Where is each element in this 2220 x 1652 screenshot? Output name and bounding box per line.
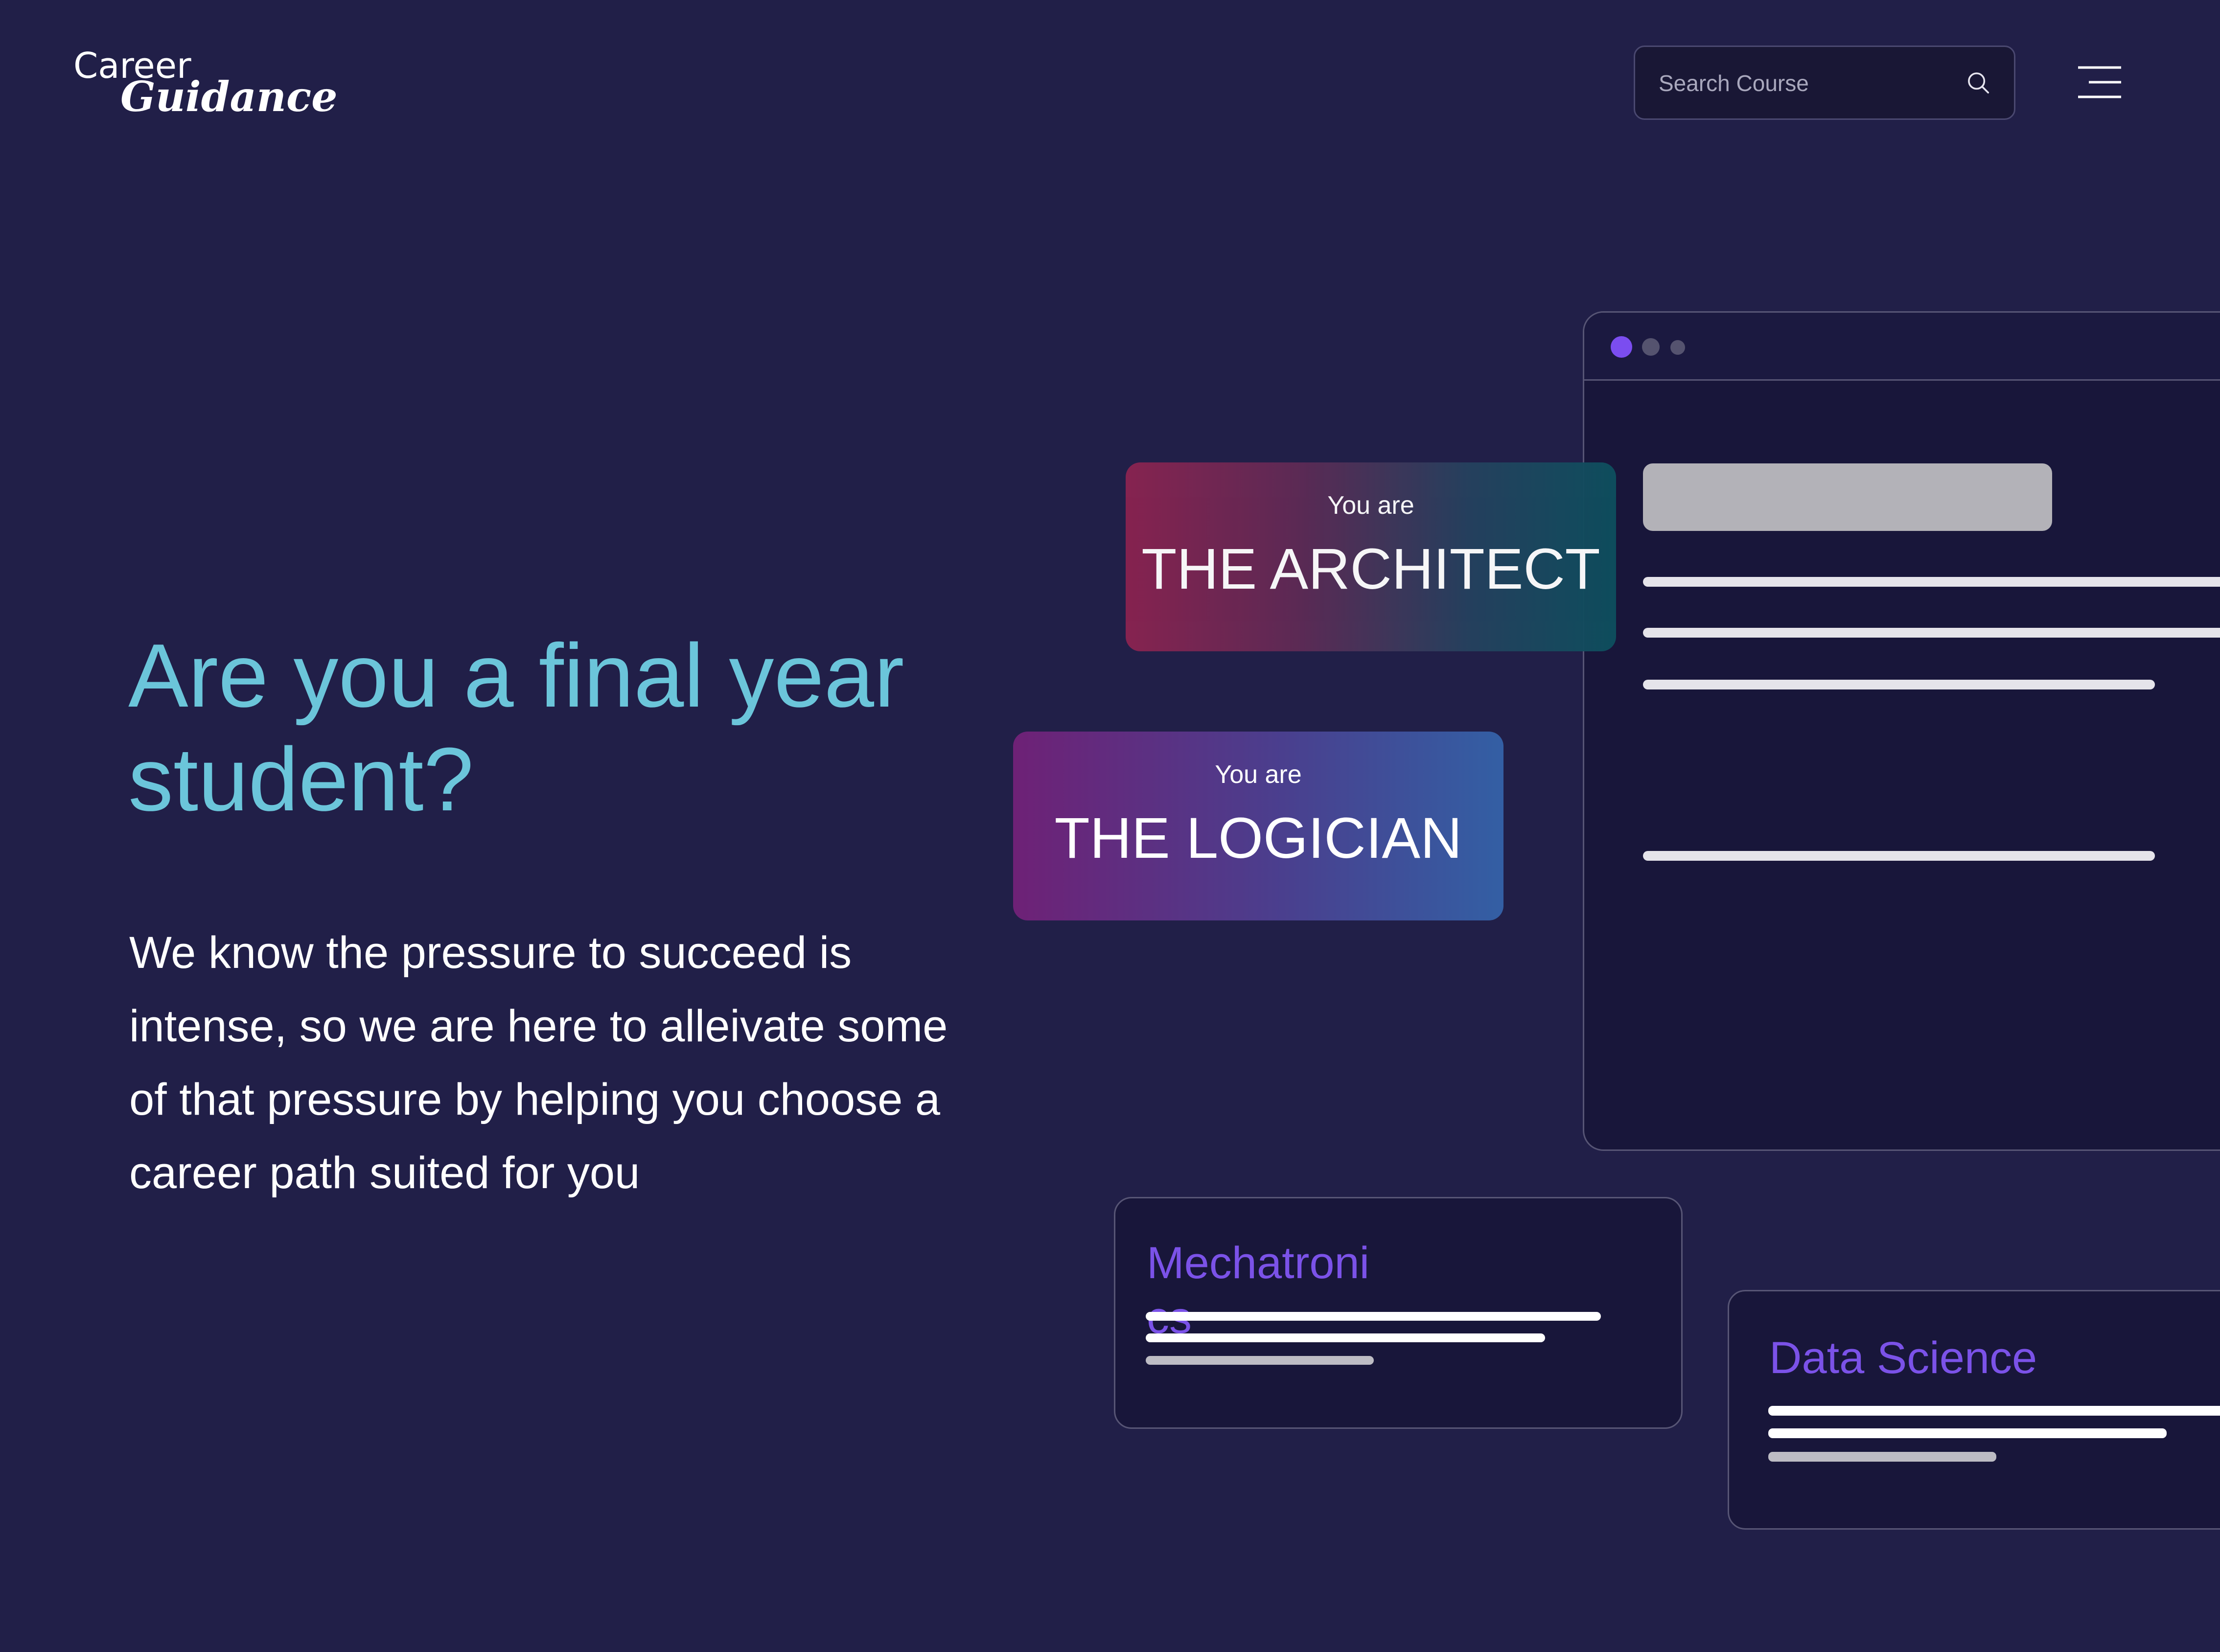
course-card-data-science[interactable]: Data Science xyxy=(1728,1290,2220,1530)
personality-card-subtitle: You are xyxy=(1215,760,1302,789)
search-box[interactable] xyxy=(1634,46,2015,120)
browser-dot-icon xyxy=(1670,340,1685,355)
skeleton-block xyxy=(1643,463,2052,531)
search-input[interactable] xyxy=(1658,47,1953,119)
personality-card-architect[interactable]: You are THE ARCHITECT xyxy=(1126,462,1616,651)
browser-dot-icon xyxy=(1642,338,1660,356)
skeleton-line xyxy=(1643,680,2155,689)
browser-mockup xyxy=(1583,311,2220,1151)
browser-title-bar xyxy=(1584,313,2220,381)
hamburger-menu-icon[interactable] xyxy=(2077,66,2122,99)
personality-card-logician[interactable]: You are THE LOGICIAN xyxy=(1013,732,1503,920)
course-card-title: Data Science xyxy=(1769,1333,2037,1383)
logo-guidance-text[interactable]: Guidance xyxy=(120,72,338,121)
skeleton-line xyxy=(1643,577,2220,587)
personality-card-title: THE ARCHITECT xyxy=(1141,537,1600,601)
landing-page: Career Guidance Are you a final year stu… xyxy=(0,0,2220,1652)
hero-title-line2: student? xyxy=(128,729,474,829)
skeleton-line xyxy=(1643,628,2220,638)
course-card-text-line xyxy=(1146,1356,1374,1365)
course-card-text-line xyxy=(1768,1452,1996,1462)
course-card-mechatronics[interactable]: Mechatronics xyxy=(1114,1197,1683,1429)
hero-title-line1: Are you a final year xyxy=(128,625,904,726)
browser-dot-active-icon xyxy=(1611,336,1632,358)
skeleton-line xyxy=(1643,851,2155,861)
course-card-title: Mechatronics xyxy=(1147,1238,1370,1343)
personality-card-subtitle: You are xyxy=(1327,491,1414,520)
hero-description: We know the pressure to succeed is inten… xyxy=(129,928,948,1198)
course-card-text-line xyxy=(1146,1312,1601,1321)
search-icon[interactable] xyxy=(1965,69,1991,96)
personality-card-title: THE LOGICIAN xyxy=(1054,806,1462,871)
course-card-text-line xyxy=(1768,1428,2167,1438)
course-card-text-line xyxy=(1146,1333,1545,1342)
course-card-text-line xyxy=(1768,1406,2220,1416)
hero-title: Are you a final year student? xyxy=(128,623,960,831)
